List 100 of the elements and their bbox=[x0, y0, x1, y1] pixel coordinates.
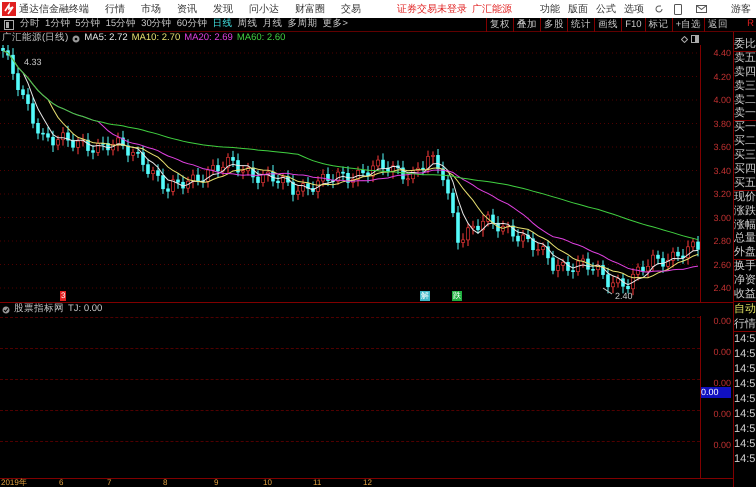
signal-marker: 3 bbox=[60, 291, 66, 301]
login-notice: 证券交易未登录 bbox=[397, 2, 467, 16]
signal-marker: 跌 bbox=[452, 291, 462, 301]
toolbar-button[interactable]: 多股 bbox=[540, 18, 568, 32]
gear-icon[interactable] bbox=[72, 34, 80, 42]
period-tab[interactable]: 更多> bbox=[322, 17, 348, 32]
moving-average-value: MA10: 2.70 bbox=[132, 31, 180, 46]
phone-icon[interactable] bbox=[674, 4, 682, 14]
price-axis-label: 2.60 bbox=[713, 260, 731, 270]
quote-field-label: 现价 bbox=[734, 190, 756, 205]
price-axis-label: 2.80 bbox=[713, 236, 731, 246]
toolbar-button[interactable]: F10 bbox=[621, 18, 645, 32]
trade-time: 14:5 bbox=[734, 452, 756, 467]
price-axis-label: 4.40 bbox=[713, 48, 731, 58]
corner-mark: R bbox=[747, 17, 754, 32]
quote-field-label: 卖二 bbox=[734, 94, 756, 107]
trade-time: 14:5 bbox=[734, 436, 756, 452]
quote-field-label: 总量 bbox=[734, 232, 756, 246]
price-axis-label: 3.60 bbox=[713, 142, 731, 152]
tool-menu-item[interactable]: 版面 bbox=[568, 2, 588, 16]
price-axis-label: 3.40 bbox=[713, 166, 731, 176]
time-axis-label: 10 bbox=[263, 479, 272, 487]
quote-field-label: 买三 bbox=[734, 149, 756, 163]
period-tab[interactable]: 1分钟 bbox=[45, 17, 70, 32]
menu-item[interactable]: 财富圈 bbox=[295, 2, 325, 16]
time-axis-label: 6 bbox=[59, 479, 64, 487]
trade-time: 14:5 bbox=[734, 362, 756, 377]
period-tab[interactable]: 30分钟 bbox=[141, 17, 172, 32]
indicator-toggle-icon[interactable] bbox=[2, 306, 10, 314]
period-tab[interactable]: 分时 bbox=[20, 17, 40, 32]
trade-time: 14:5 bbox=[734, 422, 756, 437]
window-toggle-icon[interactable] bbox=[691, 35, 699, 43]
diamond-icon[interactable] bbox=[681, 36, 688, 43]
indicator-axis-label: 0.00 bbox=[713, 378, 731, 388]
toolbar-button[interactable]: 返回 bbox=[704, 18, 732, 32]
trade-time: 14:5 bbox=[734, 376, 756, 392]
price-axis-label: 4.20 bbox=[713, 72, 731, 82]
menu-item[interactable]: 交易 bbox=[341, 2, 361, 16]
indicator-axis-label: 0.00 bbox=[713, 409, 731, 419]
time-axis-label: 11 bbox=[313, 479, 322, 487]
quote-field-label: 卖一 bbox=[734, 107, 756, 122]
toolbar-button[interactable]: 画线 bbox=[594, 18, 622, 32]
time-axis-label: 9 bbox=[214, 479, 218, 487]
quote-field-label: 卖五 bbox=[734, 52, 756, 66]
quote-field-label: 卖四 bbox=[734, 66, 756, 80]
indicator-axis-label: 0.00 bbox=[713, 347, 731, 357]
toolbar-button[interactable]: +自选 bbox=[672, 18, 704, 32]
quote-field-label: 买五 bbox=[734, 176, 756, 191]
tool-menu-item[interactable]: 功能 bbox=[540, 2, 560, 16]
trade-time: 14:5 bbox=[734, 332, 756, 347]
time-axis-label: 12 bbox=[363, 479, 372, 487]
tool-menu-item[interactable]: 选项 bbox=[624, 2, 644, 16]
toolbar-button[interactable]: 标记 bbox=[644, 18, 672, 32]
mail-icon[interactable] bbox=[696, 5, 707, 13]
refresh-icon[interactable] bbox=[654, 4, 664, 14]
signal-marker: 解 bbox=[420, 291, 430, 301]
tool-menu-item[interactable]: 公式 bbox=[596, 2, 616, 16]
time-axis-label: 2019年 bbox=[1, 479, 27, 487]
menu-item[interactable]: 市场 bbox=[141, 2, 161, 16]
period-tab[interactable]: 多周期 bbox=[287, 17, 318, 32]
quote-field-label: 换手 bbox=[734, 260, 756, 274]
moving-average-value: MA5: 2.72 bbox=[84, 31, 128, 46]
app-title: 通达信金融终端 bbox=[19, 2, 90, 16]
time-axis-label: 8 bbox=[163, 479, 168, 487]
menu-item[interactable]: 行情 bbox=[105, 2, 125, 16]
price-axis-label: 3.80 bbox=[713, 118, 731, 128]
quote-field-label: 收益 bbox=[734, 288, 756, 302]
menu-item[interactable]: 问小达 bbox=[249, 2, 279, 16]
user-name[interactable]: 游客 bbox=[731, 2, 751, 16]
panel-toggle-icon[interactable] bbox=[4, 20, 14, 30]
indicator-title: 股票指标网 bbox=[14, 302, 64, 316]
toolbar-button[interactable]: 叠加 bbox=[513, 18, 540, 32]
menu-item[interactable]: 发现 bbox=[213, 2, 233, 16]
period-tab[interactable]: 15分钟 bbox=[106, 17, 136, 32]
period-tab[interactable]: 周线 bbox=[237, 17, 258, 32]
quote-field-label: 涨跌 bbox=[734, 204, 756, 219]
menu-item[interactable]: 资讯 bbox=[177, 2, 197, 16]
quote-field-label: 涨幅 bbox=[734, 218, 756, 232]
trade-mode-label[interactable]: 自动 bbox=[734, 302, 756, 317]
toolbar-button[interactable]: 统计 bbox=[567, 18, 594, 32]
quote-field-label: 买二 bbox=[734, 135, 756, 149]
low-price-label: 2.40 bbox=[615, 291, 633, 301]
quote-field-label: 净资 bbox=[734, 274, 756, 288]
stock-link[interactable]: 广汇能源 bbox=[472, 2, 512, 16]
price-axis-label: 3.00 bbox=[713, 212, 731, 222]
period-tab[interactable]: 日线 bbox=[212, 17, 232, 32]
time-axis-label: 7 bbox=[107, 479, 112, 487]
moving-average-value: MA60: 2.60 bbox=[236, 31, 286, 46]
trade-title: 行情 bbox=[734, 316, 756, 332]
indicator-value: TJ: 0.00 bbox=[68, 302, 102, 316]
cursor-value-label: 0.00 bbox=[701, 387, 731, 398]
period-tab[interactable]: 60分钟 bbox=[176, 17, 208, 32]
indicator-axis-label: 0.00 bbox=[713, 440, 731, 450]
toolbar-button[interactable]: 复权 bbox=[486, 18, 514, 32]
period-tab[interactable]: 5分钟 bbox=[75, 17, 101, 32]
price-axis-label: 3.20 bbox=[713, 189, 731, 199]
period-tab[interactable]: 月线 bbox=[262, 17, 282, 32]
quote-field-label: 买四 bbox=[734, 163, 756, 177]
price-axis-label: 4.00 bbox=[713, 95, 731, 105]
high-price-label: 4.33 bbox=[24, 57, 42, 67]
